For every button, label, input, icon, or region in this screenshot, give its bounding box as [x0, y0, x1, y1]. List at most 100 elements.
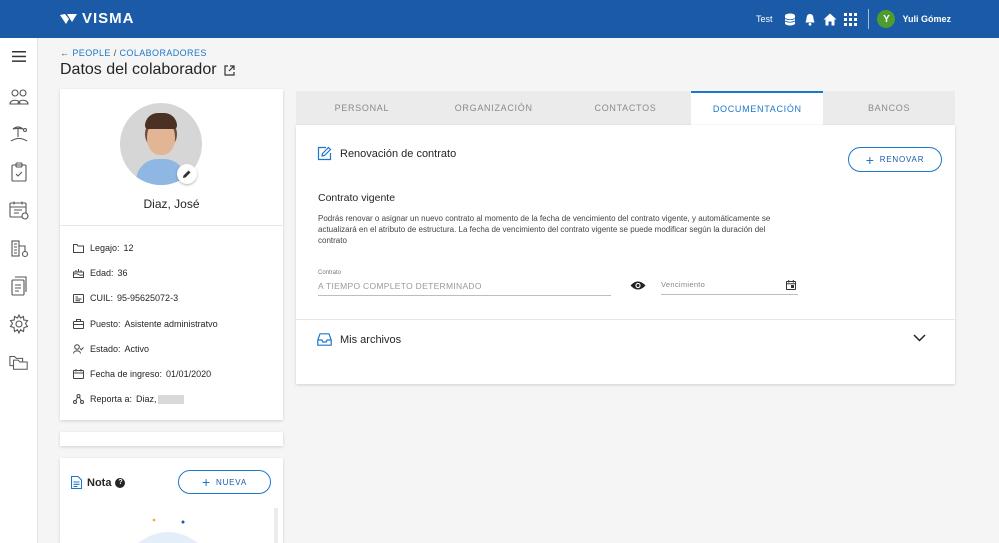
header-separator	[868, 9, 870, 29]
info-label: Edad:	[90, 268, 114, 278]
documentation-panel: Renovación de contrato + RENOVAR Contrat…	[296, 125, 955, 384]
expiry-field[interactable]: Vencimiento	[661, 280, 705, 289]
breadcrumb: ← PEOPLE / COLABORADORES	[60, 48, 207, 58]
hierarchy-icon	[73, 394, 84, 404]
info-label: Fecha de ingreso:	[90, 369, 163, 379]
contract-renewal-title: Renovación de contrato	[340, 147, 457, 160]
inbox-icon	[317, 333, 332, 346]
contract-field-underline	[318, 295, 611, 296]
open-external-icon[interactable]	[223, 64, 235, 76]
renew-button[interactable]: + RENOVAR	[848, 147, 942, 172]
id-card-icon	[73, 293, 84, 303]
info-label: Legajo:	[90, 243, 120, 253]
contract-field-value[interactable]: A TIEMPO COMPLETO DETERMINADO	[318, 281, 482, 291]
clipboard-icon[interactable]	[9, 162, 29, 182]
renew-label: RENOVAR	[879, 155, 925, 164]
tab-personal[interactable]: PERSONAL	[296, 91, 428, 125]
collapsed-card	[60, 432, 283, 446]
info-fecha-ingreso: Fecha de ingreso: 01/01/2020	[73, 369, 211, 379]
back-arrow-icon[interactable]: ←	[60, 48, 69, 58]
section-divider	[296, 319, 955, 320]
sidebar	[0, 38, 38, 543]
info-value: Activo	[124, 344, 150, 354]
new-note-label: NUEVA	[216, 477, 247, 487]
expiry-field-underline	[661, 294, 798, 295]
info-puesto: Puesto: Asistente administratvo	[73, 319, 218, 329]
organization-icon[interactable]	[9, 238, 29, 258]
calendar-picker-icon[interactable]	[786, 280, 796, 290]
note-scrollbar[interactable]	[274, 508, 278, 543]
breadcrumb-separator: /	[110, 48, 120, 58]
current-contract-heading: Contrato vigente	[318, 192, 396, 204]
info-edad: Edad: 36	[73, 268, 128, 278]
people-icon[interactable]	[9, 87, 29, 107]
note-card: Nota ? + NUEVA	[60, 458, 283, 543]
bell-icon[interactable]	[800, 0, 820, 38]
pencil-icon	[183, 170, 191, 178]
database-icon[interactable]	[780, 0, 800, 38]
redacted-text	[157, 394, 184, 404]
brand-mark-icon	[60, 13, 77, 24]
page-title: Datos del colaborador	[60, 61, 235, 79]
top-bar: VISMA Test Y Yuli Gómez	[0, 0, 999, 38]
info-value: 12	[123, 243, 134, 253]
tab-contactos[interactable]: CONTACTOS	[560, 91, 692, 125]
plus-icon: +	[202, 474, 211, 490]
brand-logo[interactable]: VISMA	[60, 10, 135, 27]
info-label: Puesto:	[90, 319, 121, 329]
info-estado: Estado: Activo	[73, 344, 149, 354]
edit-document-icon	[317, 146, 332, 161]
plus-icon: +	[865, 151, 875, 168]
tab-organizacion[interactable]: ORGANIZACIÓN	[428, 91, 560, 125]
brand-name: VISMA	[82, 10, 135, 27]
info-value: 95-95625072-3	[117, 293, 179, 303]
user-name[interactable]: Yuli Gómez	[902, 14, 951, 24]
contract-renewal-header: Renovación de contrato	[317, 146, 456, 161]
calendar-icon[interactable]	[9, 200, 29, 220]
contract-description: Podrás renovar o asignar un nuevo contra…	[318, 214, 771, 245]
user-status-icon	[73, 344, 84, 354]
top-right-tools: Test Y Yuli Gómez	[756, 0, 951, 38]
my-files-title: Mis archivos	[340, 333, 402, 346]
info-label: Estado:	[90, 344, 121, 354]
environment-label: Test	[755, 14, 773, 24]
note-title-text: Nota	[87, 476, 112, 489]
apps-grid-icon[interactable]	[840, 0, 860, 38]
chevron-down-icon[interactable]	[913, 334, 926, 342]
vacation-icon[interactable]	[9, 124, 29, 144]
profile-divider	[60, 225, 283, 226]
info-label: Reporta a:	[90, 394, 133, 404]
briefcase-icon	[73, 319, 84, 329]
help-icon[interactable]: ?	[115, 477, 126, 488]
person-name: Diaz, José	[143, 197, 200, 211]
info-legajo: Legajo: 12	[73, 243, 134, 253]
folders-icon[interactable]	[9, 352, 29, 372]
documents-icon[interactable]	[9, 276, 29, 296]
breadcrumb-colaboradores[interactable]: COLABORADORES	[120, 48, 207, 58]
edit-photo-button[interactable]	[177, 164, 197, 184]
info-value: Asistente administratvo	[124, 319, 218, 329]
note-document-icon	[71, 476, 82, 489]
cake-icon	[73, 269, 84, 278]
calendar-small-icon	[73, 369, 84, 379]
info-label: CUIL:	[90, 293, 114, 303]
user-avatar[interactable]: Y	[877, 10, 896, 28]
new-note-button[interactable]: + NUEVA	[178, 470, 271, 494]
menu-icon[interactable]	[9, 46, 29, 66]
info-value: 36	[117, 268, 128, 278]
tab-documentacion[interactable]: DOCUMENTACIÓN	[691, 91, 824, 125]
breadcrumb-people[interactable]: PEOPLE	[72, 48, 110, 58]
info-cuil: CUIL: 95-95625072-3	[73, 293, 178, 303]
info-reporta-a: Reporta a: Diaz,	[73, 394, 184, 404]
settings-icon[interactable]	[9, 314, 29, 334]
tab-bar: PERSONAL ORGANIZACIÓN CONTACTOS DOCUMENT…	[296, 91, 955, 125]
empty-notes-illustration-icon	[138, 518, 198, 543]
note-title: Nota ?	[71, 476, 126, 489]
profile-card: Diaz, José Legajo: 12 Edad: 36 CUIL: 95-…	[60, 89, 283, 420]
info-value: Diaz,	[136, 394, 157, 404]
home-icon[interactable]	[820, 0, 840, 38]
tab-bancos[interactable]: BANCOS	[823, 91, 955, 125]
eye-icon[interactable]	[630, 280, 646, 291]
folder-icon	[73, 243, 84, 253]
my-files-header[interactable]: Mis archivos	[317, 333, 401, 346]
